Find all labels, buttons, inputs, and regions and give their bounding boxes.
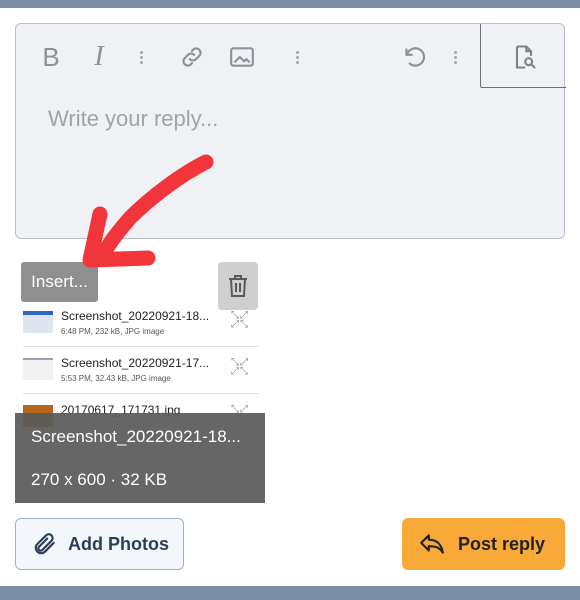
italic-icon: I xyxy=(94,41,104,72)
preview-toggle-cell xyxy=(480,24,566,88)
divider xyxy=(23,346,259,347)
link-icon xyxy=(182,47,202,67)
top-frame-bar xyxy=(0,0,580,8)
bottom-frame-bar xyxy=(0,586,580,600)
insert-button[interactable]: Insert... xyxy=(21,262,98,302)
reply-editor[interactable]: B I Write your reply... xyxy=(15,23,566,239)
bold-icon: B xyxy=(42,41,60,72)
expand-icon[interactable]: ⤡⤢ ⤢⤡ xyxy=(231,311,249,330)
editor-toolbar: B I xyxy=(16,24,566,89)
bold-button[interactable]: B xyxy=(40,42,62,72)
attachment-dimensions: 270 x 600 · 32 KB xyxy=(31,470,168,489)
add-photos-button[interactable]: Add Photos xyxy=(15,518,184,570)
list-item[interactable]: Screenshot_20220921-18... 6:48 PM, 232 k… xyxy=(15,305,265,351)
image-icon xyxy=(230,47,254,67)
attachment-filename: Screenshot_20220921-18... xyxy=(31,427,241,446)
more-insert-options-button[interactable] xyxy=(292,42,302,72)
list-item[interactable]: Screenshot_20220921-17... 5:53 PM, 32.43… xyxy=(15,352,265,398)
more-vertical-icon xyxy=(453,49,457,66)
file-thumbnail xyxy=(23,311,53,333)
italic-button[interactable]: I xyxy=(88,41,110,72)
more-edit-options-button[interactable] xyxy=(450,42,460,72)
expand-icon[interactable]: ⤡⤢ ⤢⤡ xyxy=(231,358,249,377)
preview-icon xyxy=(515,45,536,69)
trash-icon xyxy=(229,275,247,297)
more-vertical-icon xyxy=(295,49,299,66)
more-text-options-button[interactable] xyxy=(136,42,146,72)
file-meta: 6:48 PM, 232 kB, JPG image xyxy=(61,327,165,336)
more-vertical-icon xyxy=(139,49,143,66)
link-button[interactable] xyxy=(178,42,206,72)
reply-input-placeholder[interactable]: Write your reply... xyxy=(48,106,218,132)
post-reply-button[interactable]: Post reply xyxy=(402,518,565,570)
paperclip-icon xyxy=(34,533,55,555)
divider xyxy=(23,393,259,394)
reply-arrow-icon xyxy=(420,534,444,554)
delete-attachment-button[interactable] xyxy=(218,262,258,310)
undo-button[interactable] xyxy=(400,42,428,72)
post-reply-label: Post reply xyxy=(458,533,546,554)
attachment-details-overlay: Screenshot_20220921-18... 270 x 600 · 32… xyxy=(15,413,265,503)
file-name: Screenshot_20220921-17... xyxy=(61,356,210,370)
file-name: Screenshot_20220921-18... xyxy=(61,309,210,323)
file-meta: 5:53 PM, 32.43 kB, JPG image xyxy=(61,374,171,383)
undo-icon xyxy=(405,47,426,67)
insert-image-button[interactable] xyxy=(228,42,256,72)
file-thumbnail xyxy=(23,358,53,380)
add-photos-label: Add Photos xyxy=(68,533,169,554)
preview-button[interactable] xyxy=(509,42,539,72)
